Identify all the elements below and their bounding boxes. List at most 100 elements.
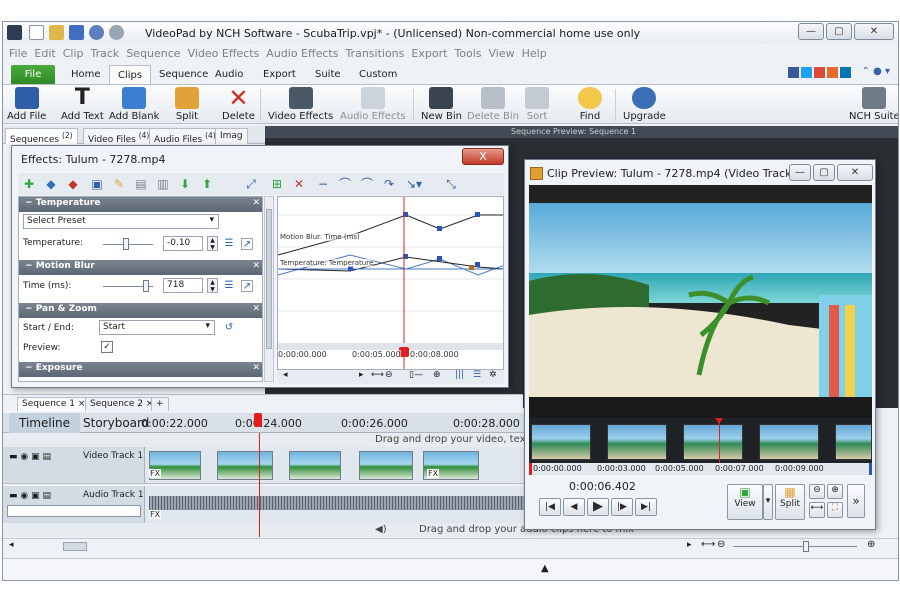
tab-images[interactable]: Imag xyxy=(215,128,248,144)
save-preset-icon[interactable]: ▣ xyxy=(90,177,104,191)
go-to-end-button[interactable]: ▶| xyxy=(635,498,657,516)
menu-transitions[interactable]: Transitions xyxy=(345,47,404,60)
tab-file[interactable]: File xyxy=(11,65,55,84)
keyframe-list-icon[interactable]: ☰ xyxy=(223,280,235,292)
effects-scroll-thumb[interactable] xyxy=(266,209,272,349)
effects-scrollbar[interactable] xyxy=(264,196,274,382)
keyframe-mode-icon[interactable]: ⤢ xyxy=(244,177,258,191)
audio-volume-meter[interactable] xyxy=(7,505,141,517)
undo-icon[interactable] xyxy=(89,25,104,40)
menu-view[interactable]: View xyxy=(489,47,515,60)
add-file-button[interactable]: Add File xyxy=(7,87,46,122)
facebook-icon[interactable] xyxy=(788,67,799,78)
settings-icon[interactable]: ✲ xyxy=(489,370,497,380)
remove-pan-zoom-icon[interactable]: ✕ xyxy=(252,304,260,314)
fit-clip-button[interactable]: ⟷ xyxy=(809,502,825,518)
audio-waveform[interactable] xyxy=(149,496,527,510)
effects-close-button[interactable]: X xyxy=(462,148,504,165)
rss-icon[interactable] xyxy=(827,67,838,78)
menu-clip[interactable]: Clip xyxy=(63,47,84,60)
fx-badge[interactable]: FX xyxy=(427,469,440,478)
curve-dropdown-icon[interactable]: ↘▾ xyxy=(406,177,422,191)
clip-preview-minimize-button[interactable]: — xyxy=(789,164,811,181)
motion-blur-spinner[interactable]: ▲ ▼ xyxy=(207,278,218,293)
list-view-icon[interactable]: ☰ xyxy=(473,370,481,380)
preview-checkbox[interactable]: ✓ xyxy=(101,341,113,353)
scroll-left-icon[interactable]: ◂ xyxy=(9,540,14,550)
fx-badge[interactable]: FX xyxy=(149,469,162,478)
tab-clips[interactable]: Clips xyxy=(109,65,152,84)
move-down-icon[interactable]: ⬇ xyxy=(178,177,192,191)
zoom-slider-icon[interactable]: ▯— xyxy=(409,370,423,380)
delete-button[interactable]: ✕ Delete xyxy=(222,86,255,122)
zoom-out-icon[interactable]: ⊖ xyxy=(717,539,725,550)
previous-frame-button[interactable]: ◀ xyxy=(563,498,585,516)
view-dropdown-button[interactable]: ▾ xyxy=(763,484,773,520)
maximize-button[interactable]: ▢ xyxy=(826,23,852,40)
temperature-input[interactable]: -0.10 xyxy=(163,236,203,251)
clip-preview-close-button[interactable]: ✕ xyxy=(837,164,873,181)
menu-tools[interactable]: Tools xyxy=(454,47,481,60)
redo-icon[interactable] xyxy=(109,25,124,40)
new-project-icon[interactable] xyxy=(29,25,44,40)
clip-out-marker[interactable] xyxy=(869,463,872,475)
clip-filmstrip[interactable] xyxy=(529,418,872,463)
scroll-thumb[interactable] xyxy=(63,542,87,551)
ease-in-icon[interactable]: ⌒ xyxy=(360,177,374,191)
scroll-left-icon[interactable]: ◂ xyxy=(283,370,288,380)
fullscreen-clip-button[interactable]: ⛶ xyxy=(827,502,843,518)
add-text-button[interactable]: T Add Text xyxy=(61,87,104,123)
paste-effect-icon[interactable]: ▥ xyxy=(156,177,170,191)
zoom-slider-knob[interactable] xyxy=(803,541,809,552)
tab-audio-files[interactable]: Audio Files (4) xyxy=(149,128,221,145)
tab-sequence-1[interactable]: Sequence 1 × xyxy=(17,397,91,411)
playhead-handle[interactable] xyxy=(254,413,262,427)
scroll-right-icon[interactable]: ▸ xyxy=(359,370,364,380)
add-sequence-button[interactable]: + xyxy=(151,397,169,411)
remove-motion-blur-icon[interactable]: ✕ xyxy=(252,261,260,271)
pan-zoom-section-header[interactable]: − Pan & Zoom ✕ xyxy=(19,303,262,318)
ease-curve-icon[interactable]: ⌒ xyxy=(338,177,352,191)
fit-graph-width-icon[interactable]: ⟷ xyxy=(371,370,384,380)
help-icon[interactable]: ⌃ ● ▾ xyxy=(862,66,890,77)
menu-edit[interactable]: Edit xyxy=(34,47,55,60)
filmstrip-frame[interactable] xyxy=(835,424,872,460)
menu-sequence[interactable]: Sequence xyxy=(126,47,180,60)
filmstrip-frame[interactable] xyxy=(683,424,743,460)
temperature-section-header[interactable]: − Temperature ✕ xyxy=(19,197,262,212)
motion-blur-section-header[interactable]: − Motion Blur ✕ xyxy=(19,260,262,275)
tab-home[interactable]: Home xyxy=(63,65,109,84)
tab-export[interactable]: Export xyxy=(255,65,304,84)
video-clip-thumbnail[interactable] xyxy=(359,451,413,480)
google-icon[interactable] xyxy=(814,67,825,78)
upgrade-button[interactable]: Upgrade xyxy=(623,87,666,122)
clip-preview-maximize-button[interactable]: ▢ xyxy=(813,164,835,181)
copy-effect-icon[interactable]: ▤ xyxy=(134,177,148,191)
twitter-icon[interactable] xyxy=(801,67,812,78)
close-window-button[interactable]: ✕ xyxy=(854,23,894,40)
add-keyframe-icon[interactable]: ⊞ xyxy=(270,177,284,191)
menu-help[interactable]: Help xyxy=(522,47,547,60)
zoom-slider-track[interactable] xyxy=(733,546,857,547)
remove-exposure-icon[interactable]: ✕ xyxy=(252,363,260,373)
filmstrip-frame[interactable] xyxy=(759,424,819,460)
tab-sequences[interactable]: Sequences (2) xyxy=(5,128,78,145)
video-clip-thumbnail[interactable] xyxy=(217,451,273,480)
keyframe-graph-icon[interactable]: ↗ xyxy=(241,238,253,250)
video-effects-button[interactable]: Video Effects xyxy=(268,87,333,122)
zoom-out-icon[interactable]: ⊖ xyxy=(385,370,393,380)
find-button[interactable]: Find xyxy=(578,87,602,122)
add-blank-button[interactable]: Add Blank xyxy=(109,87,159,122)
ease-out-icon[interactable]: ↷ xyxy=(382,177,396,191)
start-end-dropdown[interactable]: Start ▾ xyxy=(99,320,215,335)
tab-suite[interactable]: Suite xyxy=(307,65,349,84)
nch-suite-button[interactable]: NCH Suite xyxy=(849,87,898,122)
save-project-icon[interactable] xyxy=(69,25,84,40)
keyframe-graph-icon[interactable]: ↗ xyxy=(241,280,253,292)
tab-sequence-2[interactable]: Sequence 2 × xyxy=(85,397,159,411)
column-view-icon[interactable]: ||| xyxy=(455,370,464,380)
timeline-scrollbar[interactable]: ◂ ▸ ⟷ ⊖ ⊕ xyxy=(3,538,898,554)
video-clip-thumbnail[interactable] xyxy=(289,451,341,480)
more-controls-button[interactable]: » xyxy=(847,484,865,518)
menu-video-effects[interactable]: Video Effects xyxy=(188,47,260,60)
